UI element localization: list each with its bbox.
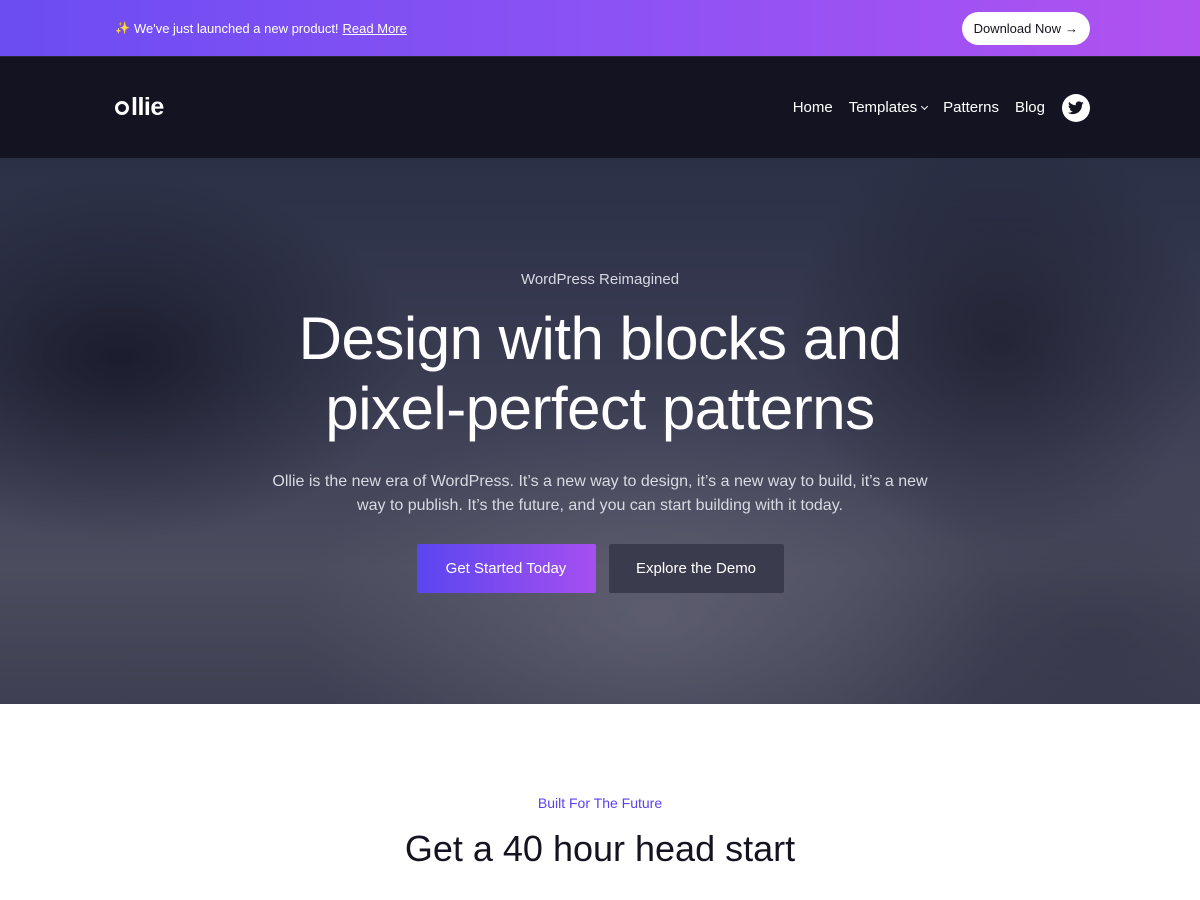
features-eyebrow: Built For The Future [537, 795, 663, 811]
arrow-right-icon: → [1065, 20, 1078, 36]
hero-eyebrow: WordPress Reimagined [520, 271, 680, 288]
announcement-text: We've just launched a new product! [133, 20, 339, 36]
get-started-button[interactable]: Get Started Today [416, 544, 596, 593]
features-title: Get a 40 hour head start [404, 828, 796, 869]
chevron-down-icon [921, 102, 929, 110]
hero-title: Design with blocks and pixel-perfect pat… [298, 305, 902, 442]
site-header: llie Home Templates Patterns Blog [0, 56, 1200, 158]
announcement-bar: ✨ We've just launched a new product! Rea… [0, 0, 1200, 56]
announcement-message: ✨ We've just launched a new product! Rea… [115, 21, 407, 36]
sparkles-icon: ✨ [115, 21, 130, 35]
nav-templates[interactable]: Templates [848, 99, 929, 116]
main-nav: Home Templates Patterns Blog [793, 93, 1090, 122]
twitter-button[interactable] [1062, 93, 1090, 122]
hero-buttons: Get Started Today Explore the Demo [0, 544, 1200, 593]
explore-demo-button[interactable]: Explore the Demo [608, 544, 784, 593]
twitter-icon [1068, 100, 1084, 114]
download-now-button[interactable]: Download Now → [961, 11, 1090, 45]
hero-section: WordPress Reimagined Design with blocks … [0, 158, 1200, 704]
nav-home[interactable]: Home [793, 99, 833, 116]
features-section: Built For The Future Get a 40 hour head … [0, 704, 1200, 900]
nav-patterns[interactable]: Patterns [943, 99, 999, 116]
nav-blog[interactable]: Blog [1015, 99, 1045, 116]
read-more-link[interactable]: Read More [343, 21, 407, 36]
hero-description: Ollie is the new era of WordPress. It’s … [272, 473, 928, 514]
download-now-label: Download Now [973, 20, 1061, 36]
nav-templates-label: Templates [848, 99, 918, 116]
logo-o-mark [115, 100, 129, 115]
ollie-logo[interactable]: llie [115, 93, 164, 122]
logo-text: llie [131, 93, 164, 121]
hero-content: WordPress Reimagined Design with blocks … [0, 158, 1200, 704]
